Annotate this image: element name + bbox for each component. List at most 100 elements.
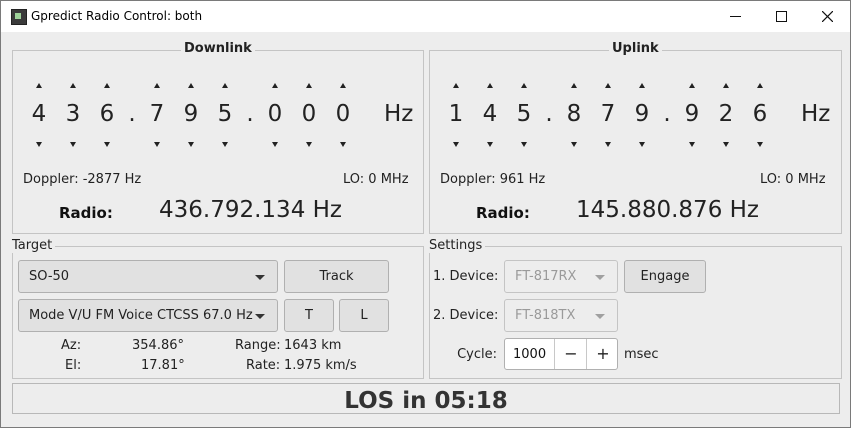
downlink-digit-up-icon[interactable] [340, 83, 346, 88]
downlink-digit-down-icon[interactable] [104, 142, 110, 147]
chevron-down-icon [255, 314, 265, 319]
uplink-digit-down-icon[interactable] [689, 142, 695, 147]
downlink-digit-up-icon[interactable] [222, 83, 228, 88]
uplink-digit-up-icon[interactable] [453, 83, 459, 88]
rate-label: Rate: [246, 358, 281, 373]
device1-select-value: FT-817RX [515, 269, 577, 284]
close-icon [822, 11, 833, 22]
downlink-digit-down-icon[interactable] [340, 142, 346, 147]
maximize-button[interactable] [758, 1, 804, 32]
uplink-digit-up-icon[interactable] [757, 83, 763, 88]
cycle-decrement-button[interactable]: − [554, 339, 587, 369]
uplink-separator: . [663, 101, 671, 127]
track-button[interactable]: Track [284, 260, 389, 293]
l-button[interactable]: L [339, 299, 389, 332]
downlink-digit: 0 [335, 101, 351, 127]
uplink-digit-down-icon[interactable] [453, 142, 459, 147]
device2-select[interactable]: FT-818TX [504, 299, 618, 332]
downlink-separator: . [246, 101, 254, 127]
uplink-digit: 5 [516, 101, 532, 127]
chevron-down-icon [595, 314, 605, 319]
downlink-digit-down-icon[interactable] [188, 142, 194, 147]
uplink-digit-up-icon[interactable] [571, 83, 577, 88]
downlink-digit-up-icon[interactable] [104, 83, 110, 88]
chevron-down-icon [255, 275, 265, 280]
maximize-icon [776, 11, 787, 22]
uplink-radio-frequency: 145.880.876 Hz [576, 197, 760, 223]
downlink-digit-down-icon[interactable] [154, 142, 160, 147]
uplink-digit: 9 [634, 101, 650, 127]
device2-select-value: FT-818TX [515, 308, 576, 323]
uplink-digit-up-icon[interactable] [487, 83, 493, 88]
device1-label: 1. Device: [433, 269, 499, 284]
uplink-digit-up-icon[interactable] [639, 83, 645, 88]
el-value: 17.81° [141, 358, 185, 373]
cycle-stepper[interactable]: 1000 − + [504, 338, 618, 370]
downlink-digit: 4 [31, 101, 47, 127]
downlink-digit-down-icon[interactable] [36, 142, 42, 147]
downlink-digit-down-icon[interactable] [222, 142, 228, 147]
downlink-digit: 5 [217, 101, 233, 127]
range-label: Range: [235, 338, 281, 353]
uplink-digit-down-icon[interactable] [571, 142, 577, 147]
minimize-button[interactable] [712, 1, 758, 32]
device1-select[interactable]: FT-817RX [504, 260, 618, 293]
downlink-digit: 7 [149, 101, 165, 127]
rate-value: 1.975 km/s [284, 358, 357, 373]
range-value: 1643 km [284, 338, 342, 353]
uplink-lo: LO: 0 MHz [760, 172, 826, 187]
downlink-digit-down-icon[interactable] [272, 142, 278, 147]
uplink-digit-down-icon[interactable] [521, 142, 527, 147]
uplink-digit-up-icon[interactable] [605, 83, 611, 88]
uplink-digit: 9 [684, 101, 700, 127]
uplink-unit: Hz [801, 101, 831, 127]
app-icon [11, 9, 27, 25]
uplink-digit: 2 [718, 101, 734, 127]
t-button[interactable]: T [284, 299, 334, 332]
transponder-select[interactable]: Mode V/U FM Voice CTCSS 67.0 Hz [18, 299, 278, 332]
title-bar[interactable]: Gpredict Radio Control: both [1, 1, 850, 32]
uplink-doppler: Doppler: 961 Hz [440, 172, 546, 187]
downlink-digit-down-icon[interactable] [306, 142, 312, 147]
downlink-separator: . [128, 101, 136, 127]
status-panel: LOS in 05:18 [12, 383, 840, 414]
uplink-digit-down-icon[interactable] [757, 142, 763, 147]
cycle-increment-button[interactable]: + [586, 339, 619, 369]
downlink-lo: LO: 0 MHz [343, 172, 409, 187]
downlink-digit-up-icon[interactable] [70, 83, 76, 88]
close-button[interactable] [804, 1, 850, 32]
uplink-title: Uplink [609, 41, 662, 56]
downlink-digit-up-icon[interactable] [188, 83, 194, 88]
cycle-input[interactable]: 1000 [513, 347, 546, 362]
downlink-digit-down-icon[interactable] [70, 142, 76, 147]
downlink-title: Downlink [181, 41, 255, 56]
downlink-digit-up-icon[interactable] [306, 83, 312, 88]
target-title: Target [9, 238, 56, 253]
radio-control-window: Gpredict Radio Control: both Downlink 43… [0, 0, 851, 428]
engage-button[interactable]: Engage [624, 260, 706, 293]
uplink-digit-down-icon[interactable] [605, 142, 611, 147]
downlink-digit-up-icon[interactable] [36, 83, 42, 88]
downlink-digit: 3 [65, 101, 81, 127]
uplink-digit: 6 [752, 101, 768, 127]
uplink-digit: 8 [566, 101, 582, 127]
uplink-digit-down-icon[interactable] [723, 142, 729, 147]
az-value: 354.86° [132, 338, 184, 353]
az-label: Az: [61, 338, 82, 353]
minimize-icon [730, 16, 741, 17]
uplink-digit-up-icon[interactable] [521, 83, 527, 88]
uplink-digit-down-icon[interactable] [639, 142, 645, 147]
cycle-label: Cycle: [457, 347, 497, 362]
device2-label: 2. Device: [433, 308, 499, 323]
uplink-digit-up-icon[interactable] [723, 83, 729, 88]
satellite-select[interactable]: SO-50 [18, 260, 278, 293]
uplink-digit-down-icon[interactable] [487, 142, 493, 147]
downlink-digit-up-icon[interactable] [154, 83, 160, 88]
uplink-digit: 1 [448, 101, 464, 127]
downlink-radio-frequency: 436.792.134 Hz [159, 197, 343, 223]
uplink-digit-up-icon[interactable] [689, 83, 695, 88]
window-title: Gpredict Radio Control: both [31, 9, 203, 23]
downlink-digit-up-icon[interactable] [272, 83, 278, 88]
downlink-digit: 6 [99, 101, 115, 127]
downlink-digit: 0 [301, 101, 317, 127]
